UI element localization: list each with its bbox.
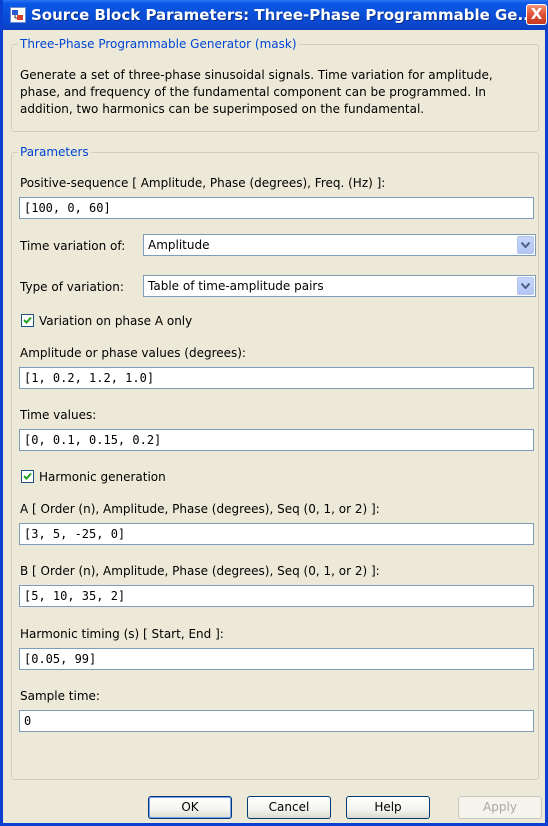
time-values-input[interactable]: [0, 0.1, 0.15, 0.2] (19, 429, 534, 451)
window-title: Source Block Parameters: Three-Phase Pro… (31, 6, 535, 24)
time-values-label: Time values: (20, 408, 97, 422)
amp-phase-values-label: Amplitude or phase values (degrees): (20, 346, 246, 360)
type-variation-value: Table of time-amplitude pairs (148, 279, 324, 293)
parameters-legend: Parameters (18, 145, 91, 159)
time-variation-label: Time variation of: (20, 239, 126, 253)
close-button[interactable]: X (526, 4, 547, 25)
apply-button[interactable]: Apply (458, 796, 542, 819)
harmonic-b-input[interactable]: [5, 10, 35, 2] (19, 585, 534, 607)
mask-legend: Three-Phase Programmable Generator (mask… (18, 37, 299, 51)
time-variation-select[interactable]: Amplitude (143, 234, 536, 256)
description-line: phase, and frequency of the fundamental … (20, 85, 486, 99)
harmonic-generation-label[interactable]: Harmonic generation (39, 470, 166, 484)
positive-sequence-input[interactable]: [100, 0, 60] (19, 197, 534, 219)
sample-time-label: Sample time: (20, 689, 100, 703)
help-button[interactable]: Help (346, 796, 430, 819)
harmonic-timing-label: Harmonic timing (s) [ Start, End ]: (20, 627, 224, 641)
description-line: addition, two harmonics can be superimpo… (20, 102, 425, 116)
title-bar[interactable]: Source Block Parameters: Three-Phase Pro… (3, 0, 548, 30)
simulink-block-icon (10, 7, 26, 23)
type-variation-select[interactable]: Table of time-amplitude pairs (143, 275, 536, 297)
harmonic-a-input[interactable]: [3, 5, -25, 0] (19, 523, 534, 545)
dialog-window: Source Block Parameters: Three-Phase Pro… (0, 0, 548, 826)
harmonic-timing-input[interactable]: [0.05, 99] (19, 648, 534, 670)
mask-description-group: Three-Phase Programmable Generator (mask… (11, 37, 540, 132)
harmonic-generation-checkbox[interactable] (21, 470, 34, 483)
chevron-down-icon[interactable] (517, 236, 534, 254)
harmonic-b-label: B [ Order (n), Amplitude, Phase (degrees… (20, 564, 380, 578)
amp-phase-values-input[interactable]: [1, 0.2, 1.2, 1.0] (19, 367, 534, 389)
cancel-button[interactable]: Cancel (247, 796, 331, 819)
time-variation-value: Amplitude (148, 238, 210, 252)
description-line: Generate a set of three-phase sinusoidal… (20, 68, 493, 82)
positive-sequence-label: Positive-sequence [ Amplitude, Phase (de… (20, 176, 386, 190)
sample-time-input[interactable]: 0 (19, 710, 534, 732)
phase-a-only-checkbox[interactable] (21, 314, 34, 327)
ok-button[interactable]: OK (148, 796, 232, 819)
chevron-down-icon[interactable] (517, 277, 534, 295)
type-variation-label: Type of variation: (20, 280, 124, 294)
mask-description: Generate a set of three-phase sinusoidal… (20, 67, 540, 118)
harmonic-a-label: A [ Order (n), Amplitude, Phase (degrees… (20, 502, 380, 516)
phase-a-only-label[interactable]: Variation on phase A only (39, 314, 192, 328)
